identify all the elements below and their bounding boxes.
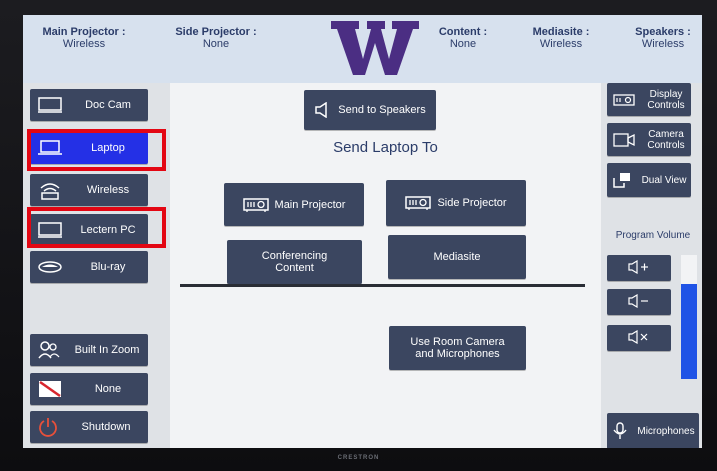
dual-view-button[interactable]: Dual View: [607, 163, 691, 197]
people-icon: [38, 341, 60, 359]
volume-level-fill: [681, 283, 697, 379]
status-value: Wireless: [62, 38, 106, 50]
source-built-in-zoom-button[interactable]: Built In Zoom: [30, 334, 148, 366]
microphones-label: Microphones: [637, 425, 695, 437]
side-projector-button[interactable]: Side Projector: [386, 180, 526, 226]
volume-meter[interactable]: [681, 255, 697, 379]
conferencing-content-label: Conferencing Content: [261, 250, 328, 274]
power-icon: [38, 417, 58, 437]
projector-icon: [405, 195, 432, 211]
brand-label: CRESTRON: [337, 455, 380, 461]
uw-logo: [331, 21, 419, 75]
source-doc-cam-button[interactable]: Doc Cam: [30, 89, 148, 121]
status-value: None: [449, 38, 477, 50]
use-room-camera-label: Use Room Camera and Microphones: [410, 336, 505, 360]
source-wireless-button[interactable]: Wireless: [30, 174, 148, 206]
status-title: Content :: [438, 26, 488, 38]
status-value: Wireless: [539, 38, 583, 50]
status-title: Mediasite :: [532, 26, 590, 38]
dual-view-label: Dual View: [641, 174, 687, 186]
volume-up-button[interactable]: [607, 255, 671, 281]
highlight-laptop: [27, 129, 166, 171]
status-title: Speakers :: [635, 26, 691, 38]
speaker-icon: [314, 102, 332, 118]
send-to-speakers-button[interactable]: Send to Speakers: [304, 90, 436, 130]
monitor-icon: [38, 97, 62, 113]
camera-controls-label: Camera Controls: [647, 128, 685, 151]
main-projector-button[interactable]: Main Projector: [224, 183, 364, 226]
program-volume-label: Program Volume: [615, 230, 691, 241]
volume-mute-icon: [628, 329, 650, 347]
destination-panel: Send to Speakers Send Laptop To Main Pro…: [170, 83, 601, 448]
no-source-icon: [38, 380, 62, 398]
status-content: Content : None: [428, 26, 498, 50]
camera-icon: [613, 132, 635, 147]
source-label: Doc Cam: [85, 99, 131, 111]
volume-down-button[interactable]: [607, 289, 671, 315]
display-controls-label: Display Controls: [647, 88, 685, 111]
status-side-projector: Side Projector : None: [171, 26, 261, 50]
main-projector-label: Main Projector: [274, 198, 346, 211]
touch-screen: Main Projector : Wireless Side Projector…: [23, 15, 702, 448]
volume-down-icon: [628, 293, 650, 311]
source-label: None: [94, 383, 122, 395]
status-speakers: Speakers : Wireless: [627, 26, 699, 50]
status-mediasite: Mediasite : Wireless: [526, 26, 596, 50]
projector-icon: [613, 93, 635, 107]
source-label: Shutdown: [81, 421, 131, 433]
use-room-camera-button[interactable]: Use Room Camera and Microphones: [389, 326, 526, 370]
shutdown-button[interactable]: Shutdown: [30, 411, 148, 443]
status-main-projector: Main Projector : Wireless: [39, 26, 129, 50]
projector-icon: [242, 197, 269, 213]
source-label: Built In Zoom: [74, 344, 140, 356]
send-to-speakers-label: Send to Speakers: [338, 104, 426, 116]
microphone-icon: [613, 422, 627, 440]
volume-up-icon: [628, 259, 650, 277]
controls-panel: Display Controls Camera Controls Dual Vi…: [601, 83, 702, 448]
microphones-button[interactable]: Microphones: [607, 413, 699, 448]
display-controls-button[interactable]: Display Controls: [607, 83, 691, 116]
source-none-button[interactable]: None: [30, 373, 148, 405]
conferencing-content-button[interactable]: Conferencing Content: [227, 240, 362, 284]
camera-controls-button[interactable]: Camera Controls: [607, 123, 691, 156]
wireless-icon: [38, 180, 62, 200]
highlight-lectern-pc: [27, 207, 166, 248]
source-label: Blu-ray: [90, 261, 126, 273]
side-projector-label: Side Projector: [437, 197, 507, 209]
destination-heading: Send Laptop To: [333, 139, 438, 156]
mediasite-label: Mediasite: [433, 251, 481, 263]
source-label: Wireless: [86, 184, 130, 196]
status-bar: Main Projector : Wireless Side Projector…: [23, 15, 702, 83]
status-value: Wireless: [641, 38, 685, 50]
status-title: Main Projector :: [42, 26, 126, 38]
volume-mute-button[interactable]: [607, 325, 671, 351]
status-value: None: [202, 38, 230, 50]
mediasite-button[interactable]: Mediasite: [388, 235, 526, 279]
status-title: Side Projector :: [175, 26, 257, 38]
source-blu-ray-button[interactable]: Blu-ray: [30, 251, 148, 283]
bluray-icon: [38, 260, 62, 274]
dual-view-icon: [613, 172, 631, 188]
section-divider: [180, 284, 585, 287]
